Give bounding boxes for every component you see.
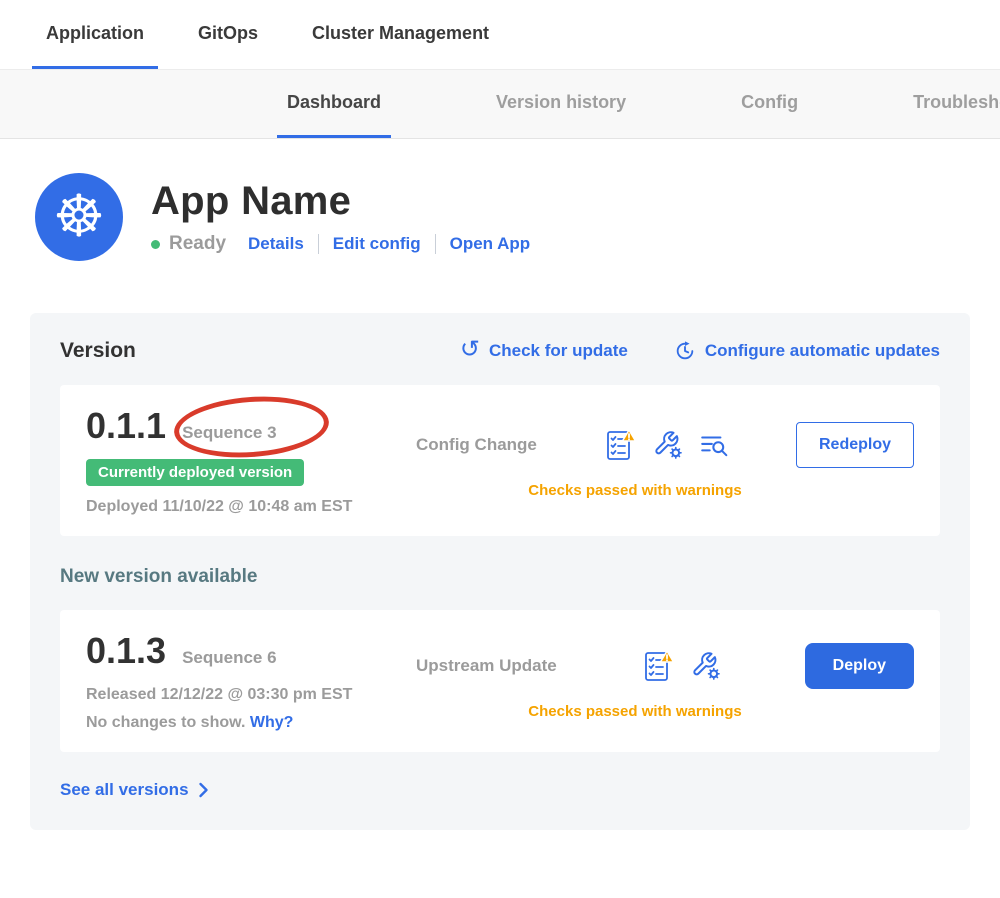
tab-label: Config	[741, 92, 798, 113]
current-version-icons	[603, 428, 729, 462]
tab-label: Troubleshoot	[913, 92, 1000, 113]
new-version-main-row: Upstream Update	[416, 643, 914, 689]
topnav-item-label: GitOps	[198, 23, 258, 44]
app-header-text: App Name Ready Details Edit config Open …	[151, 179, 530, 255]
new-version-info: 0.1.3 Sequence 6 Released 12/12/22 @ 03:…	[86, 630, 416, 732]
deployed-timestamp: Deployed 11/10/22 @ 10:48 am EST	[86, 498, 416, 516]
details-link[interactable]: Details	[248, 234, 304, 254]
topnav-item-label: Application	[46, 23, 144, 44]
version-panel-actions: ↺ Check for update Configure automatic u…	[460, 339, 940, 363]
edit-config-link[interactable]: Edit config	[333, 234, 421, 254]
config-wrench-icon[interactable]	[653, 430, 683, 460]
new-version-card: 0.1.3 Sequence 6 Released 12/12/22 @ 03:…	[60, 610, 940, 752]
currently-deployed-badge: Currently deployed version	[86, 459, 304, 486]
current-version-actions: Config Change	[416, 405, 914, 516]
see-all-versions-label: See all versions	[60, 780, 189, 800]
new-version-number: 0.1.3	[86, 630, 166, 672]
helm-wheel-glyph: ☸	[53, 188, 105, 246]
chevron-right-icon	[198, 782, 209, 798]
app-name-title: App Name	[151, 179, 530, 224]
open-app-link[interactable]: Open App	[450, 234, 531, 254]
new-version-actions: Upstream Update	[416, 630, 914, 732]
topnav-item-application[interactable]: Application	[32, 0, 158, 69]
no-changes-line: No changes to show. Why?	[86, 714, 416, 732]
check-for-update-label: Check for update	[489, 341, 628, 361]
current-version-main-row: Config Change	[416, 422, 914, 468]
tab-troubleshoot[interactable]: Troubleshoot	[903, 70, 1000, 138]
topnav-item-cluster-management[interactable]: Cluster Management	[298, 0, 503, 69]
deploy-button[interactable]: Deploy	[805, 643, 914, 689]
current-version-line: 0.1.1 Sequence 3	[86, 405, 416, 447]
version-panel-title: Version	[60, 339, 136, 363]
refresh-icon: ↺	[460, 338, 480, 362]
new-version-source: Upstream Update	[416, 656, 557, 676]
new-version-heading: New version available	[60, 566, 940, 588]
view-files-search-icon[interactable]	[699, 430, 729, 460]
tab-label: Version history	[496, 92, 626, 113]
app-screen: Application GitOps Cluster Management Da…	[0, 0, 1000, 898]
app-status-row: Ready Details Edit config Open App	[151, 233, 530, 255]
version-panel-header: Version ↺ Check for update Configure aut…	[60, 339, 940, 363]
new-version-line: 0.1.3 Sequence 6	[86, 630, 416, 672]
checks-status-warning: Checks passed with warnings	[416, 482, 914, 499]
current-version-card: 0.1.1 Sequence 3 Currently deployed vers…	[60, 385, 940, 536]
status-text: Ready	[169, 233, 226, 255]
configure-automatic-updates-link[interactable]: Configure automatic updates	[674, 340, 940, 362]
status-ready-dot-icon	[151, 240, 160, 249]
current-version-info: 0.1.1 Sequence 3 Currently deployed vers…	[86, 405, 416, 516]
kubernetes-logo-icon: ☸	[35, 173, 123, 261]
why-link[interactable]: Why?	[250, 714, 294, 731]
clock-refresh-icon	[674, 340, 696, 362]
new-version-sequence: Sequence 6	[182, 648, 277, 668]
tab-dashboard[interactable]: Dashboard	[277, 70, 391, 138]
topnav-item-gitops[interactable]: GitOps	[184, 0, 272, 69]
tab-version-history[interactable]: Version history	[486, 70, 636, 138]
config-wrench-icon[interactable]	[691, 651, 721, 681]
no-changes-text: No changes to show.	[86, 714, 245, 731]
app-header: ☸ App Name Ready Details Edit config Ope…	[35, 173, 1000, 261]
top-nav: Application GitOps Cluster Management	[0, 0, 1000, 70]
current-version-sequence: Sequence 3	[182, 423, 277, 443]
link-divider	[318, 234, 319, 254]
current-version-number: 0.1.1	[86, 405, 166, 447]
version-panel: Version ↺ Check for update Configure aut…	[30, 313, 970, 830]
current-version-source: Config Change	[416, 435, 537, 455]
preflight-checks-warning-icon[interactable]	[603, 428, 637, 462]
checks-status-warning: Checks passed with warnings	[416, 703, 914, 720]
topnav-item-label: Cluster Management	[312, 23, 489, 44]
redeploy-button[interactable]: Redeploy	[796, 422, 914, 468]
link-divider	[435, 234, 436, 254]
configure-automatic-updates-label: Configure automatic updates	[705, 341, 940, 361]
app-sub-nav: Dashboard Version history Config Trouble…	[0, 70, 1000, 139]
see-all-versions-link[interactable]: See all versions	[60, 780, 209, 800]
preflight-checks-warning-icon[interactable]	[641, 649, 675, 683]
tab-label: Dashboard	[287, 92, 381, 113]
tab-config[interactable]: Config	[731, 70, 808, 138]
check-for-update-link[interactable]: ↺ Check for update	[460, 339, 628, 363]
released-timestamp: Released 12/12/22 @ 03:30 pm EST	[86, 686, 416, 704]
new-version-icons	[641, 649, 721, 683]
